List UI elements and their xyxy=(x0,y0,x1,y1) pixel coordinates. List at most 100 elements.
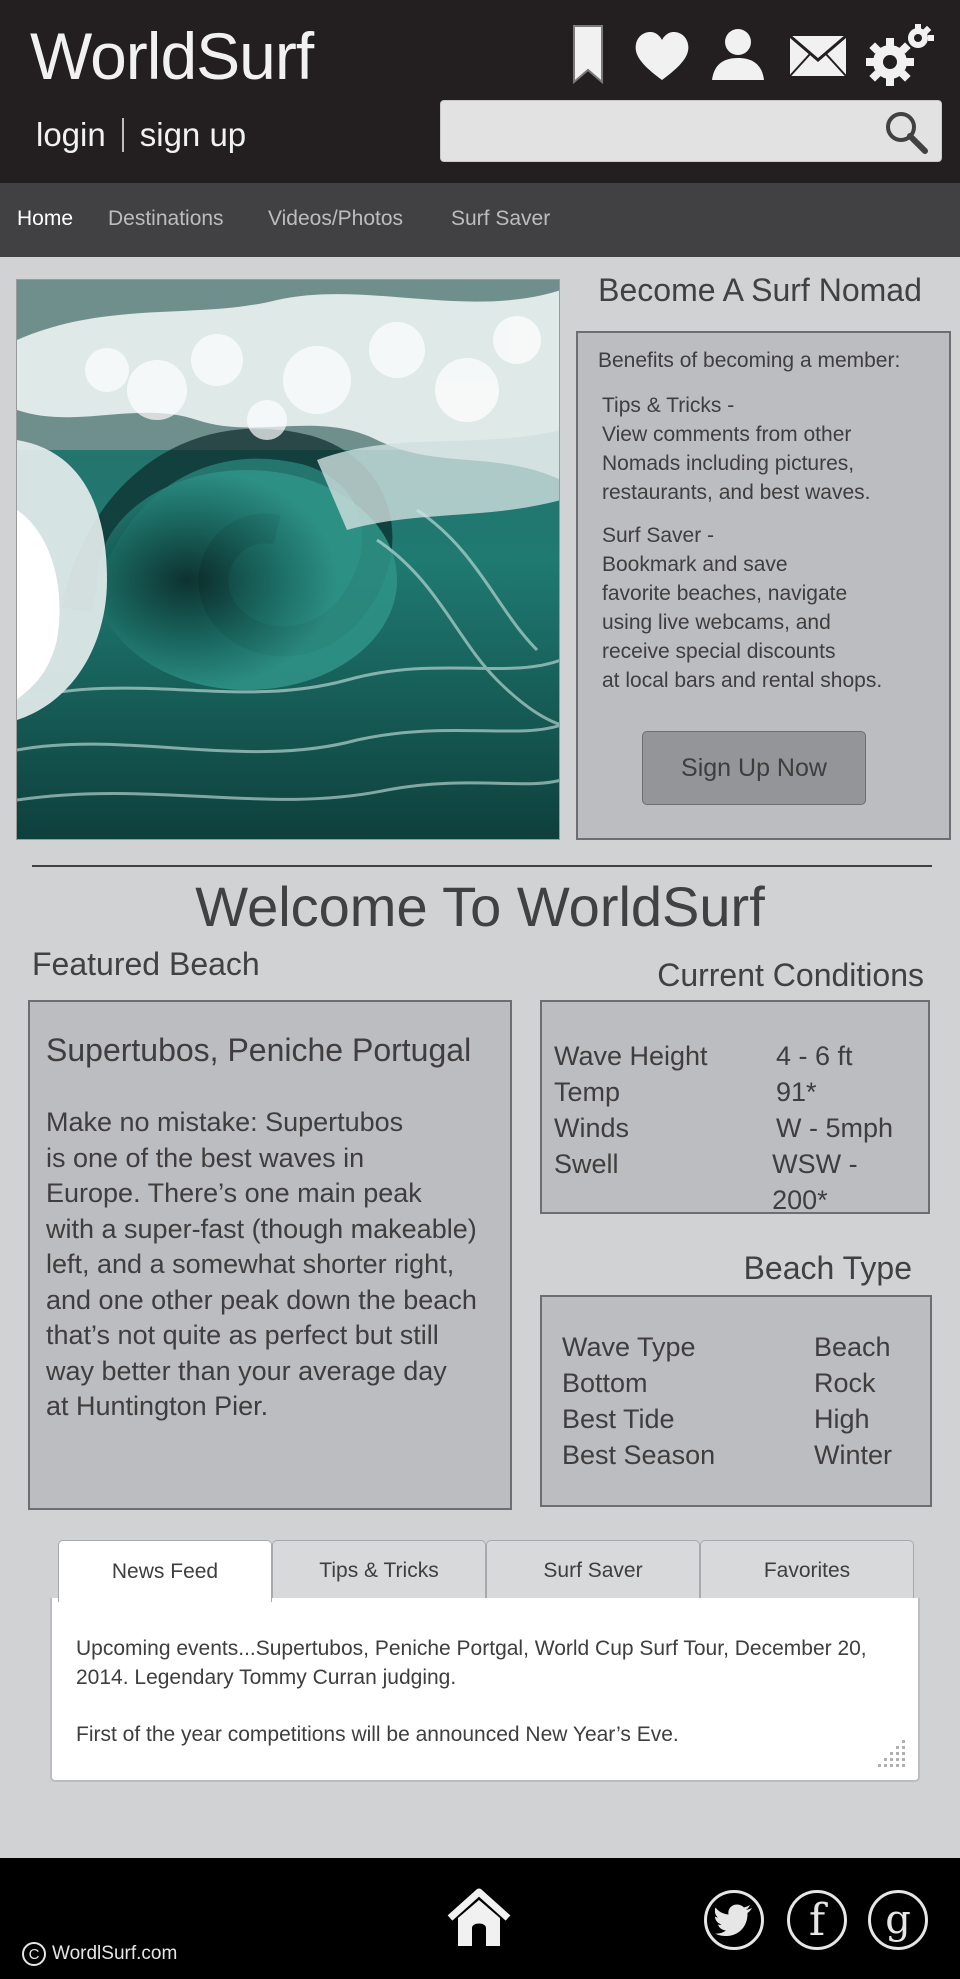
hero-wave-image xyxy=(16,279,560,840)
tab-surf-saver[interactable]: Surf Saver xyxy=(486,1540,700,1600)
description-line: Europe. There’s one main peak xyxy=(46,1178,422,1208)
beach-type-value: Rock xyxy=(814,1368,876,1398)
feed-line: 2014. Legendary Tommy Curran judging. xyxy=(76,1666,457,1689)
condition-label: Winds xyxy=(554,1113,630,1143)
benefit-line: Tips & Tricks - xyxy=(602,394,735,417)
tab-favorites[interactable]: Favorites xyxy=(700,1540,914,1600)
google-plus-icon[interactable]: g xyxy=(868,1890,928,1950)
nav-item-videos-photos[interactable]: Videos/Photos xyxy=(268,207,403,231)
description-line: and one other peak down the beach xyxy=(46,1284,477,1315)
featured-beach-name: Supertubos, Peniche Portugal xyxy=(46,1032,472,1068)
resize-grip-icon[interactable] xyxy=(868,1738,908,1770)
nav-item-surf-saver[interactable]: Surf Saver xyxy=(451,207,550,231)
beach-type-label: Best Tide xyxy=(562,1404,675,1434)
copyright-text: WordlSurf.com xyxy=(52,1943,178,1964)
auth-links: login sign up xyxy=(36,116,246,154)
twitter-icon[interactable] xyxy=(704,1890,764,1950)
login-link[interactable]: login xyxy=(36,116,106,154)
tab-tips-tricks[interactable]: Tips & Tricks xyxy=(272,1540,486,1600)
description-line: that’s not quite as perfect but still xyxy=(46,1320,439,1350)
bookmark-icon[interactable] xyxy=(556,24,620,88)
beach-type-label: Bottom xyxy=(562,1368,648,1398)
featured-beach-description: Make no mistake: Supertubos is one of th… xyxy=(46,1105,494,1425)
feed-line: Upcoming events...Supertubos, Peniche Po… xyxy=(76,1637,867,1660)
copyright: C WordlSurf.com xyxy=(22,1942,177,1966)
benefit-line: receive special discounts xyxy=(602,640,836,663)
benefit-line: Surf Saver - xyxy=(602,524,715,547)
description-line: Make no mistake: Supertubos xyxy=(46,1107,404,1137)
news-feed-panel[interactable]: Upcoming events...Supertubos, Peniche Po… xyxy=(50,1598,920,1782)
benefit-tips-tricks: Tips & Tricks - View comments from other… xyxy=(598,391,929,507)
benefit-line: favorite beaches, navigate xyxy=(602,582,848,605)
condition-label: Temp xyxy=(554,1077,621,1107)
beach-type-label: Wave Type xyxy=(562,1332,696,1362)
search-bar xyxy=(440,100,942,162)
section-divider xyxy=(32,865,932,867)
condition-row: Wave Height 4 - 6 ft xyxy=(554,1038,918,1074)
description-line: way better than your average day xyxy=(46,1355,447,1386)
copyright-icon: C xyxy=(22,1942,46,1966)
beach-type-panel: Wave Type Beach Bottom Rock Best Tide High … xyxy=(540,1295,932,1507)
facebook-icon[interactable]: f xyxy=(787,1890,847,1950)
nav-item-home[interactable]: Home xyxy=(17,207,73,231)
tab-news-feed[interactable]: News Feed xyxy=(58,1540,272,1602)
condition-row: Winds W - 5mph xyxy=(554,1110,918,1146)
benefit-line: Bookmark and save xyxy=(602,553,788,576)
condition-value: W - 5mph xyxy=(776,1113,894,1143)
beach-type-row: Best Tide High xyxy=(562,1401,920,1437)
heart-icon[interactable] xyxy=(630,24,694,88)
benefits-intro: Benefits of becoming a member: xyxy=(598,349,901,372)
feed-line: First of the year competitions will be a… xyxy=(76,1723,679,1746)
home-icon[interactable] xyxy=(446,1888,512,1950)
description-line: at Huntington Pier. xyxy=(46,1391,269,1421)
beach-type-row: Best Season Winter xyxy=(562,1437,920,1473)
condition-value: WSW - 200* xyxy=(772,1149,858,1215)
content-tabs: News Feed Tips & Tricks Surf Saver Favor… xyxy=(58,1540,916,1602)
beach-type-label: Best Season xyxy=(562,1440,716,1470)
beach-type-row: Wave Type Beach xyxy=(562,1329,920,1365)
benefit-surf-saver: Surf Saver - Bookmark and save favorite … xyxy=(598,521,929,695)
member-benefits-panel: Benefits of becoming a member: Tips & Tr… xyxy=(576,331,951,840)
auth-divider xyxy=(121,118,124,152)
sign-up-now-button[interactable]: Sign Up Now xyxy=(642,731,866,805)
nomad-title: Become A Surf Nomad xyxy=(598,272,922,308)
settings-icon[interactable] xyxy=(862,24,936,88)
mail-icon[interactable] xyxy=(786,24,850,88)
description-line: left, and a somewhat shorter right, xyxy=(46,1249,455,1279)
featured-beach-title: Featured Beach xyxy=(32,946,260,982)
feed-item: First of the year competitions will be a… xyxy=(76,1720,896,1749)
footer: C WordlSurf.com f g xyxy=(0,1858,960,1979)
header: WorldSurf login sign up xyxy=(0,0,960,183)
condition-row: Temp 91* xyxy=(554,1074,918,1110)
benefit-line: restaurants, and best waves. xyxy=(602,481,871,504)
site-logo[interactable]: WorldSurf xyxy=(30,18,314,94)
signup-link[interactable]: sign up xyxy=(140,116,246,154)
condition-label: Wave Height xyxy=(554,1041,708,1071)
user-icon[interactable] xyxy=(706,24,770,88)
description-line: is one of the best waves in xyxy=(46,1142,365,1173)
benefit-line: at local bars and rental shops. xyxy=(602,669,883,692)
search-input[interactable] xyxy=(455,109,875,153)
header-icons xyxy=(556,24,936,88)
condition-value: 91* xyxy=(776,1077,817,1107)
beach-type-value: High xyxy=(814,1404,870,1434)
beach-type-row: Bottom Rock xyxy=(562,1365,920,1401)
beach-type-value: Beach xyxy=(814,1332,891,1362)
nav-item-destinations[interactable]: Destinations xyxy=(108,207,224,231)
main-nav: Home Destinations Videos/Photos Surf Sav… xyxy=(0,183,960,257)
benefit-line: Nomads including pictures, xyxy=(602,452,855,475)
condition-label: Swell xyxy=(554,1149,619,1179)
search-icon[interactable] xyxy=(883,109,929,155)
beach-type-title: Beach Type xyxy=(743,1250,912,1286)
description-line: with a super-fast (though makeable) xyxy=(46,1213,477,1244)
featured-beach-panel: Supertubos, Peniche Portugal Make no mis… xyxy=(28,1000,512,1510)
feed-item: Upcoming events...Supertubos, Peniche Po… xyxy=(76,1634,896,1692)
benefit-line: using live webcams, and xyxy=(602,611,831,634)
current-conditions-title: Current Conditions xyxy=(657,957,924,993)
welcome-title: Welcome To WorldSurf xyxy=(195,875,765,938)
current-conditions-panel: Wave Height 4 - 6 ft Temp 91* Winds W - 5mp… xyxy=(540,1000,930,1215)
benefit-line: View comments from other xyxy=(602,423,852,446)
beach-type-value: Winter xyxy=(814,1440,893,1470)
condition-value: 4 - 6 ft xyxy=(776,1041,853,1071)
condition-row: Swell WSW - 200* xyxy=(554,1146,918,1218)
